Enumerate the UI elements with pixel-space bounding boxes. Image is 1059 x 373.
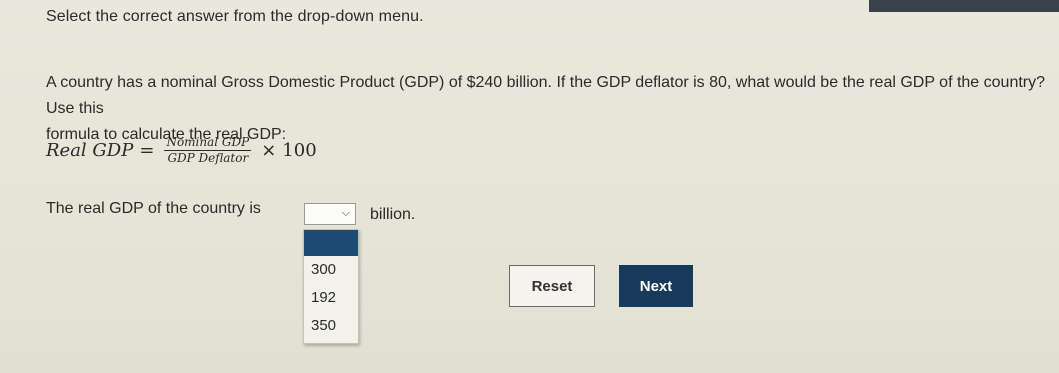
dropdown-highlighted-option[interactable] <box>304 230 358 256</box>
gdp-formula: Real GDP = Nominal GDP GDP Deflator × 10… <box>46 136 317 165</box>
chevron-down-icon: ⌵ <box>341 207 350 219</box>
dropdown-option-350[interactable]: 350 <box>304 312 358 340</box>
answer-select[interactable]: ⌵ <box>304 203 356 225</box>
formula-equals: = <box>139 140 155 161</box>
formula-fraction: Nominal GDP GDP Deflator <box>164 135 252 165</box>
dropdown-option-192[interactable]: 192 <box>304 284 358 312</box>
formula-multiplier: 100 <box>282 140 317 161</box>
formula-times: × <box>261 140 277 161</box>
question-line-1: A country has a nominal Gross Domestic P… <box>46 74 1046 117</box>
reset-button[interactable]: Reset <box>509 265 595 307</box>
next-button[interactable]: Next <box>619 265 693 307</box>
formula-lhs: Real GDP <box>46 140 134 161</box>
answer-suffix: billion. <box>370 206 416 223</box>
top-bar <box>869 0 1059 12</box>
instruction-text: Select the correct answer from the drop-… <box>46 8 424 25</box>
answer-prefix: The real GDP of the country is <box>46 200 261 217</box>
answer-dropdown-menu: 300 192 350 <box>303 229 359 344</box>
formula-numerator: Nominal GDP <box>164 135 252 151</box>
formula-denominator: GDP Deflator <box>167 151 249 165</box>
dropdown-option-300[interactable]: 300 <box>304 256 358 284</box>
